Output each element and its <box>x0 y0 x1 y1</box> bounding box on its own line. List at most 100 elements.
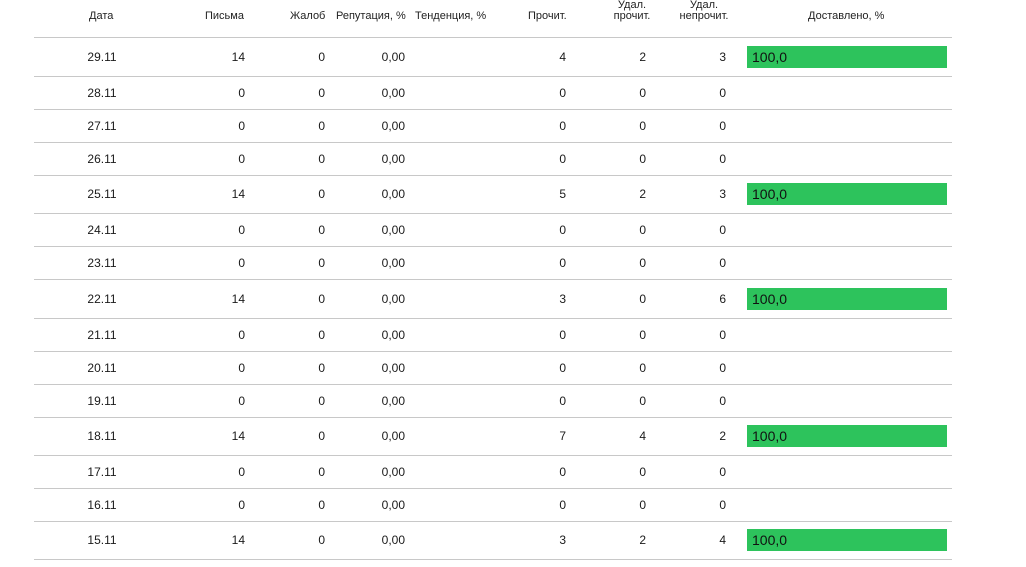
cell-deleted-unread: 3 <box>719 187 726 201</box>
cell-deleted-read: 0 <box>639 291 646 306</box>
cell-read: 0 <box>559 327 566 342</box>
cell-deleted-read: 0 <box>639 464 646 479</box>
header-deleted-unread-line2: непрочит. <box>679 10 729 22</box>
cell-date: 16.11 <box>87 497 117 512</box>
cell-read: 0 <box>559 85 566 100</box>
cell-deleted-unread: 2 <box>719 429 726 443</box>
cell-letters: 0 <box>238 464 245 479</box>
cell-deleted-unread: 0 <box>719 255 726 270</box>
cell-complaints: 0 <box>318 49 325 64</box>
cell-letters: 0 <box>238 222 245 237</box>
cell-date: 19.11 <box>87 393 117 408</box>
cell-letters: 0 <box>238 327 245 342</box>
cell-date: 17.11 <box>87 464 117 479</box>
cell-date: 21.11 <box>87 327 117 342</box>
cell-reputation: 0,00 <box>381 151 405 166</box>
cell-deleted-read: 0 <box>639 151 646 166</box>
cell-letters: 14 <box>231 49 245 64</box>
cell-deleted-read: 0 <box>639 255 646 270</box>
cell-date: 26.11 <box>87 151 117 166</box>
row-divider <box>34 109 952 110</box>
cell-deleted-read: 0 <box>639 85 646 100</box>
cell-read: 0 <box>559 464 566 479</box>
cell-date: 29.11 <box>87 49 117 64</box>
cell-read: 7 <box>559 429 566 443</box>
row-divider <box>34 279 952 280</box>
cell-complaints: 0 <box>318 393 325 408</box>
row-divider <box>34 417 952 418</box>
cell-date: 18.11 <box>87 429 117 443</box>
cell-deleted-read: 0 <box>639 327 646 342</box>
delivered-bar: 100,0 <box>747 183 947 205</box>
cell-reputation: 0,00 <box>381 222 405 237</box>
row-divider <box>34 384 952 385</box>
cell-deleted-read: 0 <box>639 393 646 408</box>
header-delivered: Доставлено, % <box>808 10 885 22</box>
cell-complaints: 0 <box>318 360 325 375</box>
row-divider <box>34 175 952 176</box>
cell-letters: 0 <box>238 393 245 408</box>
cell-read: 0 <box>559 222 566 237</box>
cell-letters: 0 <box>238 85 245 100</box>
cell-deleted-read: 0 <box>639 222 646 237</box>
cell-deleted-unread: 0 <box>719 464 726 479</box>
cell-date: 24.11 <box>87 222 117 237</box>
cell-deleted-unread: 3 <box>719 49 726 64</box>
row-divider <box>34 246 952 247</box>
cell-deleted-unread: 0 <box>719 497 726 512</box>
header-letters: Письма <box>205 10 244 22</box>
row-divider <box>34 521 952 522</box>
cell-complaints: 0 <box>318 151 325 166</box>
header-deleted-read-line2: прочит. <box>613 10 651 22</box>
cell-deleted-unread: 0 <box>719 151 726 166</box>
cell-reputation: 0,00 <box>381 393 405 408</box>
cell-reputation: 0,00 <box>381 464 405 479</box>
header-reputation: Репутация, % <box>336 10 406 22</box>
cell-read: 5 <box>559 187 566 201</box>
cell-deleted-read: 0 <box>639 118 646 133</box>
cell-deleted-unread: 4 <box>719 533 726 547</box>
cell-deleted-unread: 0 <box>719 85 726 100</box>
table-header: Дата Письма Жалоб Репутация, % Тенденция… <box>0 0 1026 38</box>
row-divider <box>34 76 952 77</box>
cell-date: 25.11 <box>87 187 117 201</box>
cell-letters: 0 <box>238 360 245 375</box>
cell-reputation: 0,00 <box>381 327 405 342</box>
delivered-bar: 100,0 <box>747 287 947 310</box>
cell-read: 3 <box>559 533 566 547</box>
cell-deleted-unread: 0 <box>719 360 726 375</box>
header-date: Дата <box>89 10 114 22</box>
cell-deleted-unread: 0 <box>719 327 726 342</box>
cell-reputation: 0,00 <box>381 118 405 133</box>
cell-complaints: 0 <box>318 222 325 237</box>
cell-deleted-read: 2 <box>639 533 646 547</box>
cell-complaints: 0 <box>318 118 325 133</box>
row-divider <box>34 318 952 319</box>
cell-date: 20.11 <box>87 360 117 375</box>
cell-read: 0 <box>559 151 566 166</box>
cell-reputation: 0,00 <box>381 187 405 201</box>
cell-complaints: 0 <box>318 327 325 342</box>
cell-deleted-read: 0 <box>639 360 646 375</box>
cell-reputation: 0,00 <box>381 497 405 512</box>
cell-date: 27.11 <box>87 118 117 133</box>
cell-read: 0 <box>559 360 566 375</box>
header-trend: Тенденция, % <box>415 10 487 22</box>
cell-reputation: 0,00 <box>381 291 405 306</box>
cell-read: 0 <box>559 393 566 408</box>
delivered-bar: 100,0 <box>747 45 947 68</box>
cell-deleted-read: 2 <box>639 49 646 64</box>
cell-deleted-unread: 0 <box>719 393 726 408</box>
cell-complaints: 0 <box>318 497 325 512</box>
cell-letters: 14 <box>231 533 245 547</box>
cell-date: 15.11 <box>87 533 117 547</box>
cell-deleted-read: 0 <box>639 497 646 512</box>
delivered-bar: 100,0 <box>747 529 947 551</box>
header-complaints: Жалоб <box>290 10 326 22</box>
row-divider <box>34 455 952 456</box>
cell-reputation: 0,00 <box>381 360 405 375</box>
cell-deleted-read: 2 <box>639 187 646 201</box>
cell-date: 28.11 <box>87 85 117 100</box>
cell-letters: 0 <box>238 151 245 166</box>
cell-read: 0 <box>559 497 566 512</box>
